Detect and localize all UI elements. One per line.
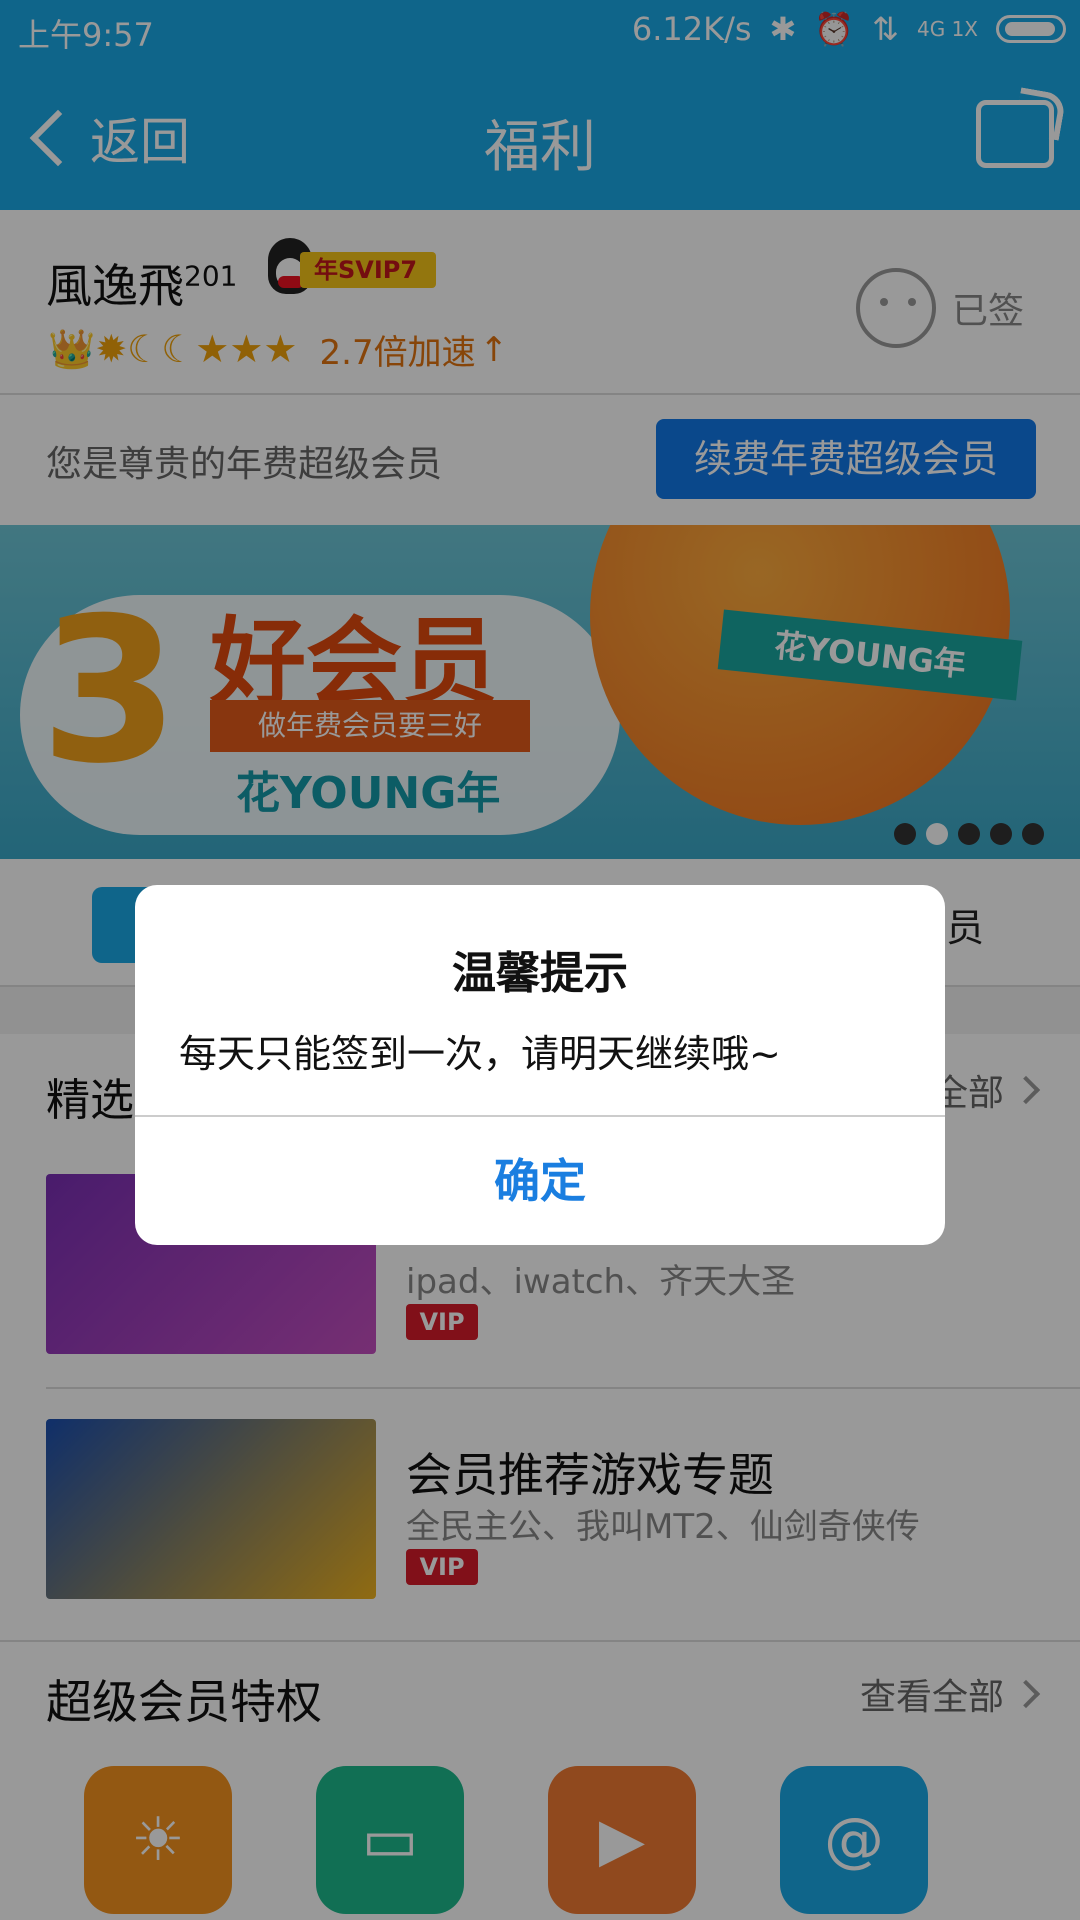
dialog-title: 温馨提示: [452, 948, 628, 999]
dialog-message: 每天只能签到一次，请明天继续哦~: [179, 1032, 781, 1076]
alert-dialog: 温馨提示 每天只能签到一次，请明天继续哦~ 确定: [135, 885, 945, 1245]
confirm-button[interactable]: 确定: [135, 1117, 945, 1245]
